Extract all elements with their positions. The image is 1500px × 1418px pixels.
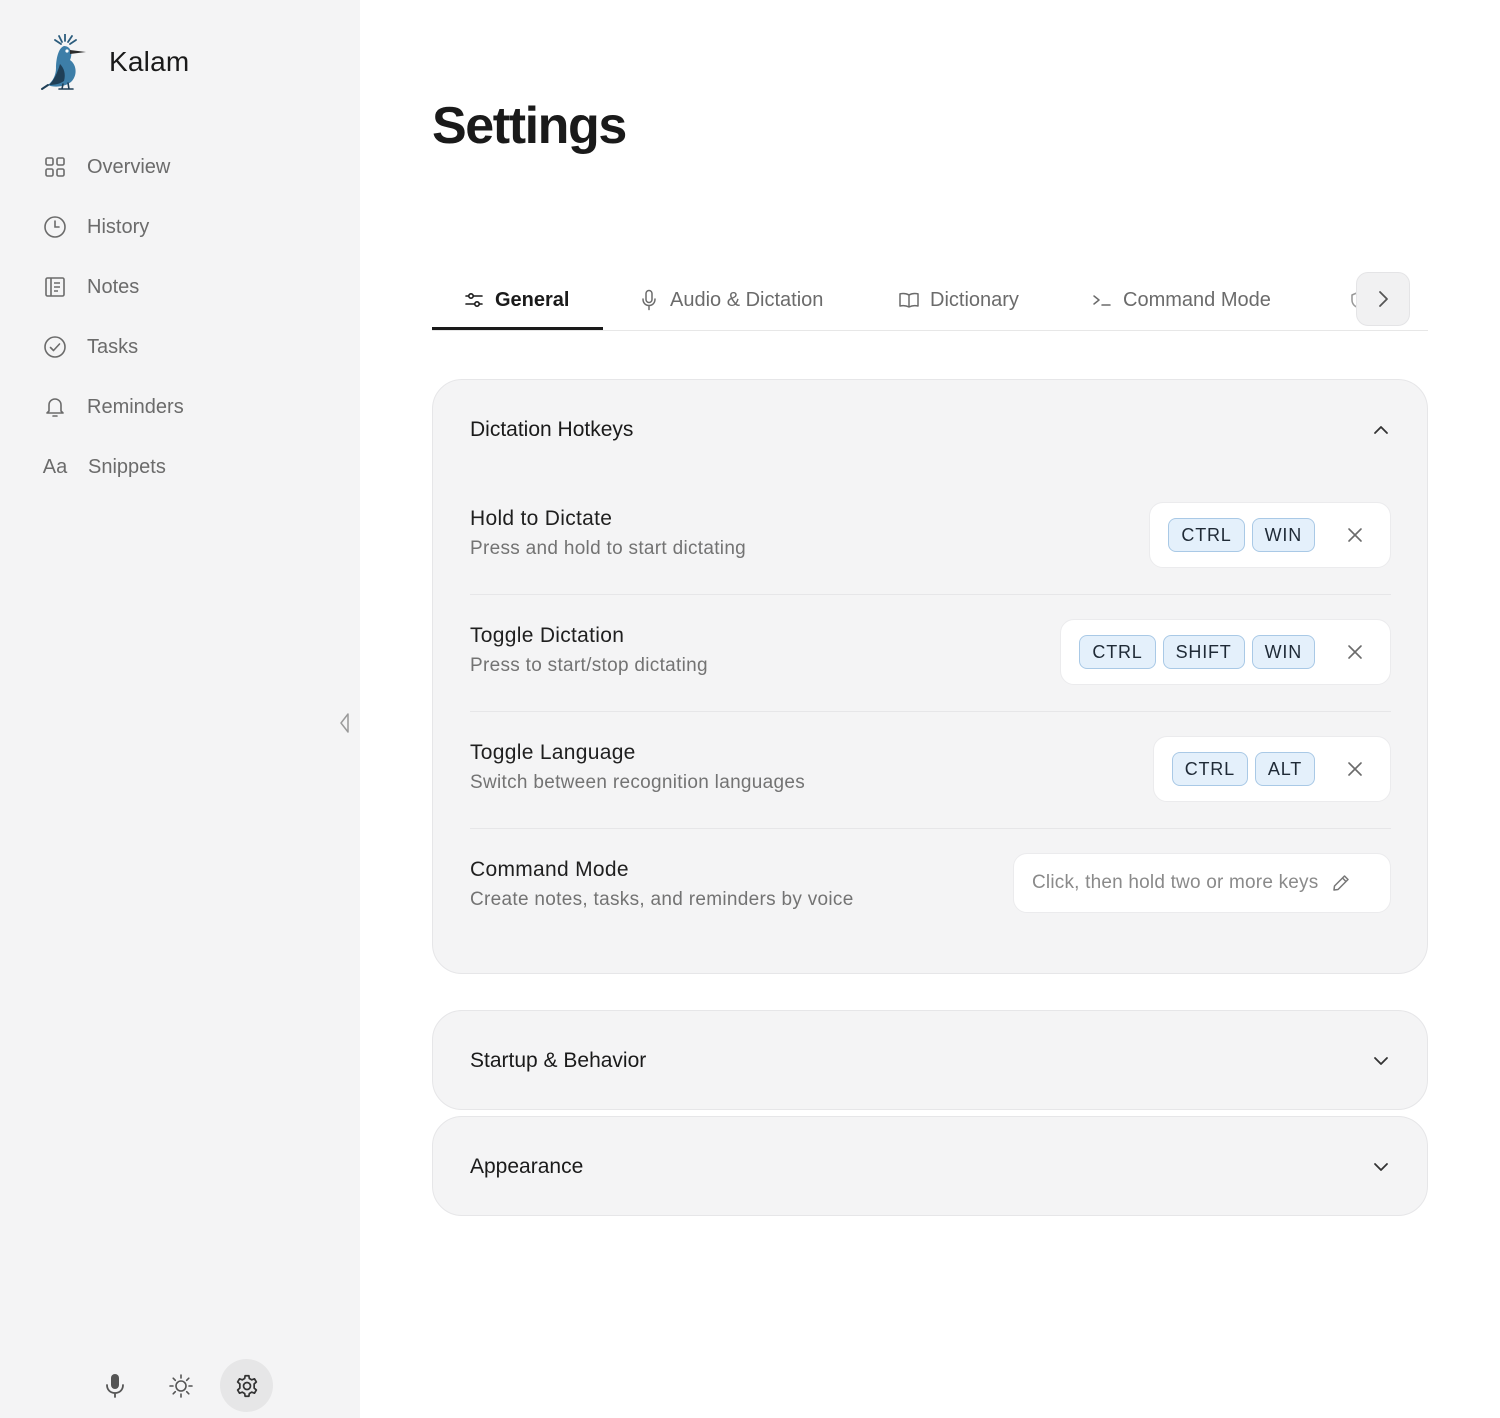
active-tab-indicator [432, 327, 603, 330]
chevron-down-icon [1374, 1057, 1388, 1065]
sidebar-item-label: Reminders [87, 395, 184, 418]
tab-command-mode[interactable]: Command Mode [1091, 270, 1271, 330]
row-description: Switch between recognition languages [470, 772, 806, 793]
hotkey-input-empty[interactable]: Click, then hold two or more keys [1013, 853, 1391, 913]
check-circle-icon [42, 334, 68, 360]
sliders-icon [463, 289, 485, 311]
section-title: Startup & Behavior [470, 1049, 647, 1072]
clock-icon [42, 214, 68, 240]
brand[interactable]: Kalam [40, 34, 189, 90]
tab-audio-dictation[interactable]: Audio & Dictation [638, 270, 823, 330]
microphone-button[interactable] [88, 1359, 141, 1412]
keycap: ALT [1254, 752, 1315, 786]
close-icon[interactable] [1346, 760, 1364, 778]
chevron-down-icon [1374, 1163, 1388, 1171]
row-description: Press and hold to start dictating [470, 538, 747, 559]
collapse-sidebar-icon[interactable] [337, 712, 351, 734]
sidebar-item-overview[interactable]: Overview [0, 137, 360, 197]
book-icon [898, 289, 920, 311]
section-title: Appearance [470, 1155, 584, 1178]
sidebar-item-snippets[interactable]: Aa Snippets [0, 437, 360, 497]
sidebar-nav: Overview History Notes Tasks Reminders A… [0, 137, 360, 497]
sun-icon [168, 1373, 193, 1398]
page-title: Settings [432, 97, 627, 155]
tabs-scroll-right-button[interactable] [1356, 272, 1410, 326]
sidebar: Kalam Overview History Notes Tasks Remin… [0, 0, 360, 1418]
theme-toggle-button[interactable] [154, 1359, 207, 1412]
tab-label: Command Mode [1123, 288, 1271, 311]
keycap: WIN [1251, 518, 1315, 552]
sidebar-item-label: History [87, 215, 150, 238]
row-description: Press to start/stop dictating [470, 655, 708, 676]
row-title: Command Mode [470, 858, 629, 881]
text-aa-icon: Aa [42, 455, 68, 478]
keycap: CTRL [1171, 752, 1248, 786]
keycap: WIN [1251, 635, 1315, 669]
keycap: SHIFT [1162, 635, 1245, 669]
terminal-icon [1091, 289, 1113, 311]
hotkey-row-toggle-dictation: Toggle Dictation Press to start/stop dic… [470, 595, 1391, 712]
chevron-up-icon [1374, 426, 1388, 434]
settings-button[interactable] [220, 1359, 273, 1412]
grid-icon [42, 154, 68, 180]
appearance-header[interactable]: Appearance [433, 1117, 1427, 1217]
appearance-panel[interactable]: Appearance [432, 1116, 1428, 1216]
row-title: Toggle Language [470, 741, 636, 764]
hotkey-input[interactable]: CTRL WIN [1149, 502, 1391, 568]
hotkey-placeholder: Click, then hold two or more keys [1032, 872, 1319, 893]
bell-icon [42, 394, 68, 420]
close-icon[interactable] [1346, 526, 1364, 544]
tab-label: General [495, 288, 570, 311]
kalam-logo-icon [41, 34, 86, 90]
notebook-icon [42, 274, 68, 300]
sidebar-item-label: Snippets [88, 455, 166, 478]
sidebar-item-notes[interactable]: Notes [0, 257, 360, 317]
close-icon[interactable] [1346, 643, 1364, 661]
microphone-icon [638, 289, 660, 311]
startup-behavior-panel[interactable]: Startup & Behavior [432, 1010, 1428, 1110]
keycap: CTRL [1079, 635, 1156, 669]
tab-label: Audio & Dictation [670, 288, 824, 311]
sidebar-item-label: Notes [87, 275, 140, 298]
sidebar-item-label: Overview [87, 155, 171, 178]
dictation-hotkeys-panel: Dictation Hotkeys Hold to Dictate Press … [432, 379, 1428, 974]
sidebar-item-history[interactable]: History [0, 197, 360, 257]
tab-general[interactable]: General [463, 270, 569, 330]
row-title: Hold to Dictate [470, 507, 613, 530]
sidebar-item-label: Tasks [87, 335, 139, 358]
dictation-hotkeys-header[interactable]: Dictation Hotkeys [433, 380, 1427, 480]
section-title: Dictation Hotkeys [470, 418, 634, 441]
hotkey-row-hold-to-dictate: Hold to Dictate Press and hold to start … [470, 478, 1391, 595]
hotkey-row-command-mode: Command Mode Create notes, tasks, and re… [470, 829, 1391, 939]
keycap: CTRL [1168, 518, 1245, 552]
startup-behavior-header[interactable]: Startup & Behavior [433, 1011, 1427, 1111]
sidebar-bottom-bar [88, 1359, 286, 1412]
tab-label: Dictionary [930, 288, 1019, 311]
hotkey-input[interactable]: CTRL ALT [1152, 736, 1391, 802]
main-content: Settings General Audio & Dictation Dicti… [360, 0, 1500, 1418]
gear-icon [236, 1374, 257, 1397]
sidebar-item-tasks[interactable]: Tasks [0, 317, 360, 377]
hotkey-row-toggle-language: Toggle Language Switch between recogniti… [470, 712, 1391, 829]
tab-dictionary[interactable]: Dictionary [898, 270, 1019, 330]
hotkey-input[interactable]: CTRL SHIFT WIN [1060, 619, 1391, 685]
row-description: Create notes, tasks, and reminders by vo… [470, 889, 854, 910]
pencil-icon [1333, 875, 1350, 891]
chevron-right-icon [1379, 291, 1388, 307]
sidebar-item-reminders[interactable]: Reminders [0, 377, 360, 437]
app-name: Kalam [109, 46, 190, 77]
settings-tabs: General Audio & Dictation Dictionary Com… [432, 270, 1428, 331]
microphone-icon [105, 1373, 124, 1398]
row-title: Toggle Dictation [470, 624, 625, 647]
